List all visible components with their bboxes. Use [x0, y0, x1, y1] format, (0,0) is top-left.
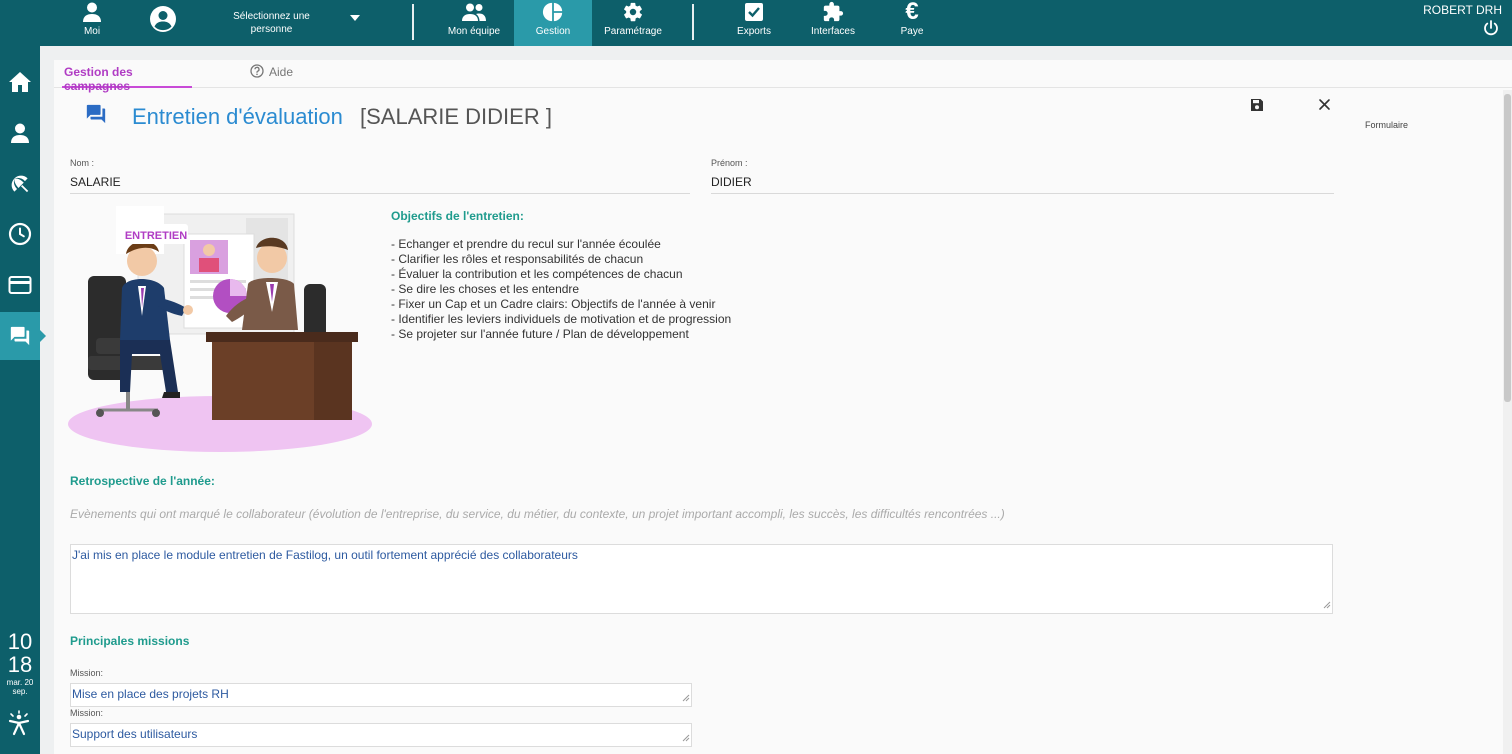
resize-grip-icon[interactable]: [682, 691, 690, 705]
sidebar-item-forum[interactable]: [0, 312, 46, 360]
puzzle-icon: [821, 0, 845, 24]
mission-text: Support des utilisateurs: [72, 727, 198, 741]
sidebar-item-time[interactable]: [0, 210, 40, 258]
nav-exports[interactable]: Exports: [724, 0, 784, 46]
help-icon: [250, 64, 264, 81]
account-circle-icon: [150, 6, 176, 32]
list-item: - Echanger et prendre du recul sur l'ann…: [391, 237, 661, 251]
left-sidebar: 10 18 mar. 20 sep.: [0, 46, 46, 754]
app-logo-icon: [5, 710, 33, 743]
tab-gestion-des-campagnes[interactable]: Gestion des campagnes: [62, 65, 192, 93]
nav-moi[interactable]: Moi: [72, 0, 112, 46]
page-header: Entretien d'évaluation [SALARIE DIDIER ]: [54, 88, 1344, 148]
nav-parametrage[interactable]: Paramétrage: [596, 0, 670, 46]
retrospective-title: Retrospective de l'année:: [70, 474, 215, 488]
forum-icon: [84, 103, 108, 130]
person-icon: [11, 123, 29, 143]
retrospective-hint: Evènements qui ont marqué le collaborate…: [70, 507, 1005, 521]
retrospective-textarea[interactable]: J'ai mis en place le module entretien de…: [70, 544, 1333, 614]
illustration-badge: ENTRETIEN: [125, 230, 187, 242]
page-subtitle: [SALARIE DIDIER ]: [360, 104, 552, 129]
mission-text: Mise en place des projets RH: [72, 687, 229, 701]
user-name: ROBERT DRH: [1423, 3, 1502, 17]
nav-separator: [412, 4, 414, 40]
person-select[interactable]: Sélectionnez une personne: [200, 8, 370, 38]
credit-card-icon: [8, 276, 32, 294]
sidebar-item-home[interactable]: [0, 58, 40, 106]
pie-chart-icon: [541, 0, 565, 24]
nav-interfaces-label: Interfaces: [811, 26, 855, 37]
clock-minutes: 18: [7, 652, 33, 677]
clock-icon: [8, 222, 32, 246]
nav-mon-equipe[interactable]: Mon équipe: [436, 0, 512, 46]
nav-moi-label: Moi: [83, 26, 101, 37]
user-icon: [82, 0, 102, 24]
avatar[interactable]: [149, 5, 177, 38]
tab-aide[interactable]: Aide: [250, 64, 294, 88]
mission-textarea[interactable]: Mise en place des projets RH: [70, 683, 692, 707]
mission-textarea[interactable]: Support des utilisateurs: [70, 723, 692, 747]
list-item: - Identifier les leviers individuels de …: [391, 312, 732, 326]
formulaire-link[interactable]: Formulaire: [1365, 120, 1408, 130]
resize-grip-icon[interactable]: [682, 731, 690, 745]
euro-icon: €: [905, 0, 919, 25]
checkbox-icon: [744, 0, 764, 24]
list-item: - Fixer un Cap et un Cadre clairs: Objec…: [391, 297, 716, 311]
interview-illustration: ENTRETIEN: [68, 206, 374, 456]
tab-label: Aide: [269, 65, 294, 79]
missions-title: Principales missions: [70, 634, 190, 648]
page-title: Entretien d'évaluation: [132, 104, 343, 129]
clock-hours: 10: [7, 629, 33, 654]
nav-parametrage-label: Paramétrage: [604, 26, 662, 37]
power-icon[interactable]: [1483, 20, 1499, 39]
mission-label: Mission:: [70, 708, 104, 718]
objectives-title: Objectifs de l'entretien:: [391, 209, 524, 223]
forum-icon: [10, 326, 30, 346]
sidebar-item-beach[interactable]: [0, 160, 40, 208]
prenom-underline: [711, 193, 1334, 194]
prenom-label: Prénom :: [711, 158, 748, 168]
nav-gestion[interactable]: Gestion: [514, 0, 592, 46]
nom-label: Nom :: [70, 158, 95, 168]
nav-mon-equipe-label: Mon équipe: [447, 26, 501, 37]
user-menu[interactable]: ROBERT DRH: [1423, 3, 1502, 36]
nav-separator: [692, 4, 694, 40]
nom-underline: [70, 193, 690, 194]
home-icon: [9, 72, 31, 92]
person-select-label: Sélectionnez une personne: [233, 11, 310, 35]
retrospective-text: J'ai mis en place le module entretien de…: [72, 548, 578, 562]
prenom-field[interactable]: DIDIER: [711, 175, 752, 189]
sidebar-item-card[interactable]: [0, 261, 40, 309]
group-icon: [461, 0, 487, 24]
mission-label: Mission:: [70, 668, 104, 678]
nom-field[interactable]: SALARIE: [70, 175, 121, 189]
gear-icon: [622, 0, 644, 24]
nav-interfaces[interactable]: Interfaces: [802, 0, 864, 46]
nav-paye-label: Paye: [900, 26, 924, 37]
close-icon[interactable]: [1318, 98, 1331, 116]
clock-date: mar. 20 sep.: [6, 678, 34, 696]
sidebar-item-person[interactable]: [0, 109, 40, 157]
list-item: - Se projeter sur l'année future / Plan …: [391, 327, 689, 341]
objectives-list: - Echanger et prendre du recul sur l'ann…: [391, 237, 731, 342]
list-item: - Évaluer la contribution et les compéte…: [391, 267, 683, 281]
resize-grip-icon[interactable]: [1323, 598, 1331, 612]
scrollbar-thumb[interactable]: [1504, 94, 1511, 402]
tab-bar: Gestion des campagnes Aide: [54, 60, 1512, 93]
main-panel: Gestion des campagnes Aide Entretien d'é…: [54, 60, 1512, 754]
page-scrollbar[interactable]: [1503, 90, 1512, 754]
nav-gestion-label: Gestion: [535, 26, 571, 37]
nav-paye[interactable]: € Paye: [888, 0, 936, 46]
list-item: - Se dire les choses et les entendre: [391, 282, 580, 296]
caret-down-icon: [350, 15, 360, 21]
nav-exports-label: Exports: [737, 26, 771, 37]
top-navigation-bar: Moi Sélectionnez une personne Mon équipe…: [0, 0, 1512, 46]
sidebar-clock: 10 18 mar. 20 sep.: [0, 630, 40, 696]
list-item: - Clarifier les rôles et responsabilités…: [391, 252, 644, 266]
beach-umbrella-icon: [11, 175, 29, 193]
save-icon[interactable]: [1250, 98, 1264, 117]
